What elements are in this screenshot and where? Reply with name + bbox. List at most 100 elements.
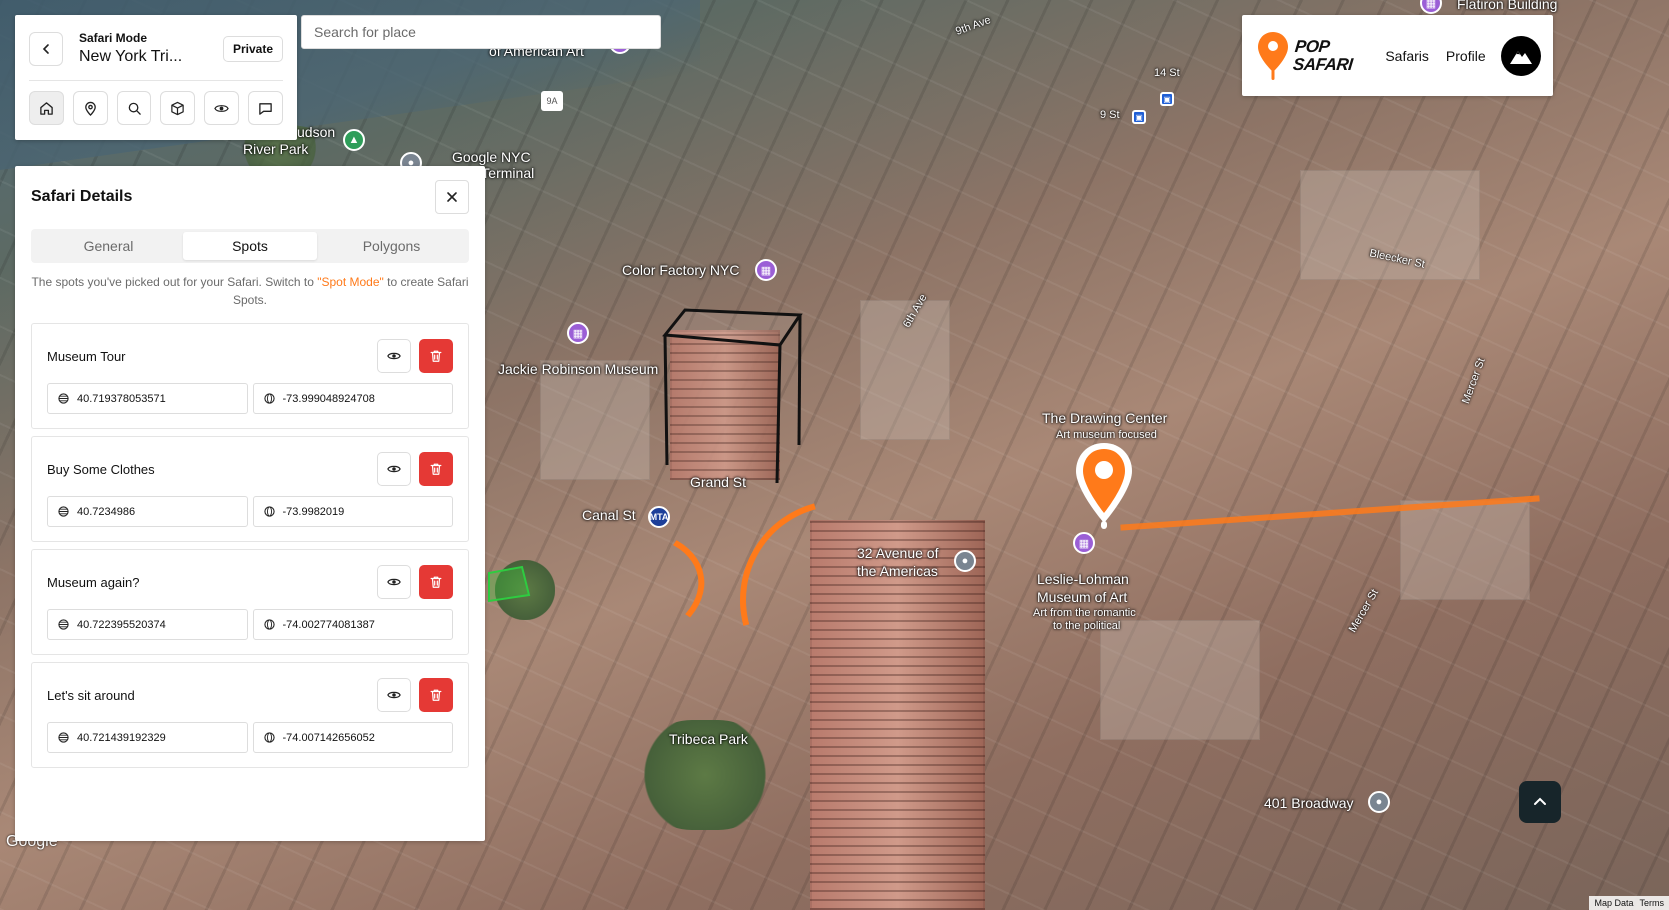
metro-station-icon[interactable]: MTA (648, 506, 670, 528)
map-label: River Park (243, 141, 309, 157)
delete-spot-button[interactable] (419, 339, 453, 373)
transit-icon[interactable]: ▣ (1132, 110, 1146, 124)
polygon-tool-button[interactable] (160, 91, 196, 125)
logo-wordmark: POP SAFARI (1292, 36, 1354, 74)
delete-spot-button[interactable] (419, 565, 453, 599)
mode-title: Safari Mode New York Tri... (79, 31, 223, 66)
eye-icon (387, 465, 401, 473)
toggle-visibility-button[interactable] (377, 678, 411, 712)
latitude-icon (58, 506, 69, 517)
map-label: Mercer St (1460, 356, 1488, 406)
search-icon (128, 102, 141, 115)
museum-poi-icon[interactable]: ▦ (1420, 0, 1442, 14)
latitude-icon (58, 393, 69, 404)
toggle-visibility-button[interactable] (377, 565, 411, 599)
delete-spot-button[interactable] (419, 678, 453, 712)
park-poi-icon[interactable]: ▲ (343, 129, 365, 151)
longitude-field[interactable]: -74.002774081387 (252, 609, 453, 640)
map-attribution: Map Data Terms (1589, 896, 1669, 910)
selected-spot-pin-icon[interactable] (1073, 441, 1135, 531)
spot-mode-link[interactable]: "Spot Mode" (317, 275, 384, 289)
longitude-field[interactable]: -73.9982019 (252, 496, 453, 527)
spot-card: Let's sit around 40.721439192329 -74.007… (31, 662, 469, 768)
route-path (525, 516, 715, 664)
map-label: Flatiron Building (1457, 0, 1558, 12)
scroll-up-button[interactable] (1519, 781, 1561, 823)
nav-safaris[interactable]: Safaris (1385, 48, 1429, 64)
map-label: Jackie Robinson Museum (498, 361, 659, 377)
tab-general[interactable]: General (34, 232, 183, 260)
map-label: 14 St (1154, 67, 1180, 79)
latitude-icon (58, 619, 69, 630)
map-label: Museum of Art (1037, 589, 1128, 605)
tab-polygons[interactable]: Polygons (317, 232, 466, 260)
spots-description: The spots you've picked out for your Saf… (31, 275, 469, 307)
back-button[interactable] (29, 31, 63, 66)
nav-profile[interactable]: Profile (1446, 48, 1486, 64)
user-avatar[interactable] (1501, 35, 1541, 76)
tab-spots[interactable]: Spots (182, 232, 318, 260)
delete-spot-button[interactable] (419, 452, 453, 486)
map-label: Art museum focused (1056, 429, 1157, 441)
comment-tool-button[interactable] (248, 91, 283, 125)
polygon-wireframe (662, 308, 803, 484)
latitude-field[interactable]: 40.721439192329 (47, 722, 248, 753)
logo-pin-icon (1258, 31, 1288, 80)
toggle-visibility-button[interactable] (377, 339, 411, 373)
longitude-field[interactable]: -74.007142656052 (252, 722, 453, 753)
eye-icon (387, 578, 401, 586)
longitude-field[interactable]: -73.999048924708 (252, 383, 453, 414)
trash-icon (430, 350, 442, 362)
details-title: Safari Details (31, 188, 133, 205)
museum-poi-icon[interactable]: ▦ (567, 322, 589, 344)
privacy-button[interactable]: Private (222, 35, 283, 62)
pop-safari-logo[interactable]: POP SAFARI (1256, 30, 1353, 82)
brand-header: POP SAFARI Safaris Profile (1242, 15, 1553, 96)
map-label: The Drawing Center (1042, 410, 1168, 426)
latitude-field[interactable]: 40.7234986 (47, 496, 248, 527)
map-label: Grand St (690, 474, 747, 490)
place-poi-icon[interactable]: ● (954, 550, 976, 572)
trip-name: New York Tri... (79, 48, 183, 65)
terms-link[interactable]: Terms (1640, 898, 1665, 908)
home-icon (40, 101, 53, 115)
view-tool-button[interactable] (204, 91, 240, 125)
longitude-icon (263, 393, 275, 404)
museum-poi-icon[interactable]: ▦ (1073, 532, 1095, 554)
spot-name: Let's sit around (47, 687, 135, 703)
spot-card: Museum Tour 40.719378053571 -73.99904892… (31, 323, 469, 429)
museum-poi-icon[interactable]: ▦ (755, 259, 777, 281)
map-label: Leslie-Lohman (1037, 571, 1129, 587)
place-poi-icon[interactable]: ● (1368, 791, 1390, 813)
route-shield: 9A (541, 91, 563, 111)
map-label: the Americas (857, 563, 938, 579)
spot-list: Museum Tour 40.719378053571 -73.99904892… (31, 323, 469, 768)
map-data-link[interactable]: Map Data (1594, 898, 1633, 908)
transit-icon[interactable]: ▣ (1160, 92, 1174, 106)
close-button[interactable] (435, 180, 469, 214)
toggle-visibility-button[interactable] (377, 452, 411, 486)
eye-icon (387, 691, 401, 699)
search-input[interactable] (314, 24, 648, 40)
eye-icon (214, 104, 229, 112)
map-label: Canal St (582, 507, 636, 523)
mode-toolbar (29, 91, 283, 125)
search-tool-button[interactable] (116, 91, 152, 125)
home-tool-button[interactable] (29, 91, 64, 125)
map-label: Color Factory NYC (622, 262, 740, 278)
details-header: Safari Details (31, 180, 469, 214)
trash-icon (430, 689, 442, 701)
latitude-field[interactable]: 40.722395520374 (47, 609, 248, 640)
eye-icon (387, 352, 401, 360)
longitude-icon (263, 619, 275, 630)
longitude-icon (263, 506, 275, 517)
map-label: to the political (1053, 620, 1121, 632)
latitude-field[interactable]: 40.719378053571 (47, 383, 248, 414)
map-label: Tribeca Park (669, 731, 748, 747)
map-label: Mercer St (1346, 587, 1381, 635)
polygon-green (488, 565, 531, 603)
safari-details-panel: Safari Details General Spots Polygons Th… (15, 166, 485, 841)
map-label: 9 St (1100, 109, 1120, 121)
spot-tool-button[interactable] (72, 91, 108, 125)
map-label: 9th Ave (954, 14, 993, 38)
